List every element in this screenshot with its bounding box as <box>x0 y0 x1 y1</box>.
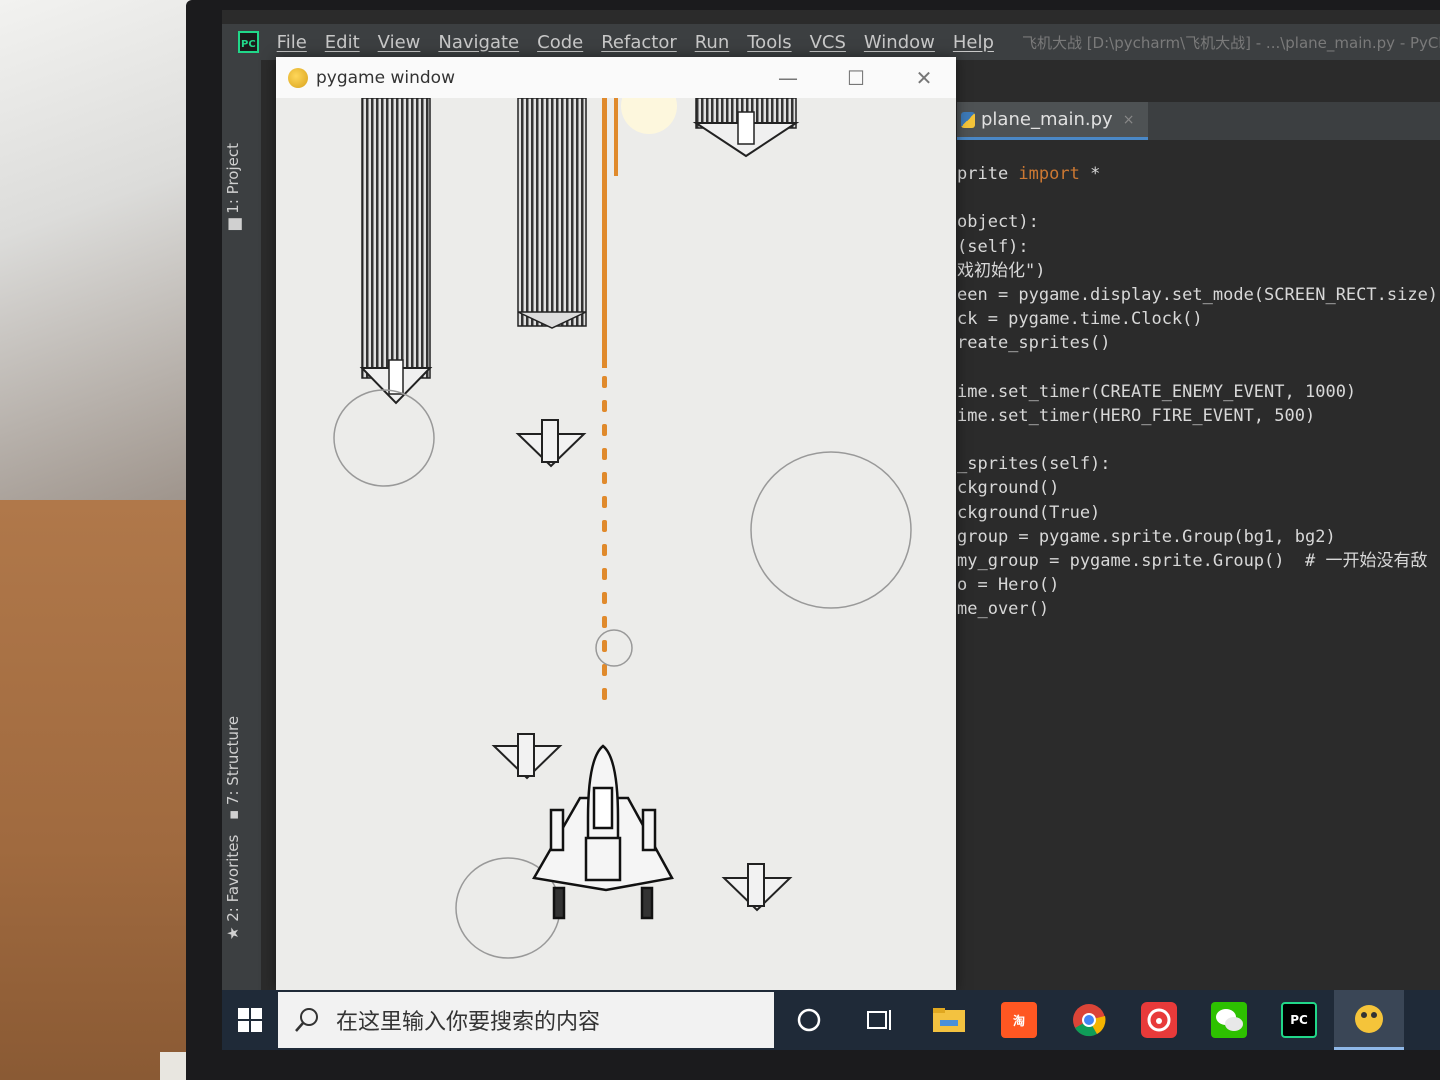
start-button[interactable] <box>222 990 278 1050</box>
ide-window-title: 飞机大战 [D:\pycharm\飞机大战] - ...\plane_main.… <box>1021 33 1440 52</box>
minimize-button[interactable]: — <box>766 63 810 93</box>
pygame-icon <box>1355 1004 1383 1033</box>
game-canvas[interactable] <box>276 98 956 990</box>
wechat-icon <box>1211 1002 1247 1038</box>
code-line: 戏初始化") <box>957 260 1046 281</box>
pycharm-button[interactable]: PC <box>1264 990 1334 1050</box>
code-line: ckground(True) <box>957 502 1101 523</box>
python-file-icon <box>961 111 975 128</box>
bullet-trail <box>614 98 618 176</box>
code-line: ckground() <box>957 478 1060 499</box>
tool-tab-structure[interactable]: ▪ 7: Structure <box>224 716 242 820</box>
taobao-button[interactable]: 淘 <box>984 990 1054 1050</box>
hero-plane <box>532 744 674 920</box>
menu-file[interactable]: File <box>277 32 307 53</box>
tool-tab-project[interactable]: ▆ 1: Project <box>224 143 242 230</box>
screen-glare <box>621 98 677 134</box>
code-editor: plane_main.py × prite import * object): (s… <box>957 60 1440 990</box>
code-line: reate_sprites() <box>957 333 1111 354</box>
cortana-button[interactable] <box>774 990 844 1050</box>
windows-taskbar: 在这里输入你要搜索的内容 淘 PC <box>222 990 1440 1050</box>
pygame-window: pygame window — ☐ ✕ <box>276 57 956 990</box>
circle-icon <box>797 1008 821 1032</box>
tool-tab-favorites[interactable]: ★ 2: Favorites <box>224 835 242 940</box>
menu-navigate[interactable]: Navigate <box>438 32 519 53</box>
pycharm-icon: PC <box>1281 1002 1317 1038</box>
task-view-icon <box>867 1010 891 1030</box>
file-explorer-button[interactable] <box>914 990 984 1050</box>
editor-tab-plane-main[interactable]: plane_main.py × <box>957 102 1149 140</box>
pygame-app-icon <box>288 67 308 88</box>
netease-music-button[interactable] <box>1124 990 1194 1050</box>
code-line: ck = pygame.time.Clock() <box>957 309 1203 330</box>
tool-window-strip: ▆ 1: Project ▪ 7: Structure ★ 2: Favorit… <box>222 60 262 990</box>
menu-help[interactable]: Help <box>953 32 994 53</box>
pygame-titlebar[interactable]: pygame window — ☐ ✕ <box>276 57 956 98</box>
folder-icon <box>933 1008 965 1032</box>
code-line: (self): <box>957 236 1029 257</box>
code-line: group = pygame.sprite.Group(bg1, bg2) <box>957 526 1336 547</box>
code-line: my_group = pygame.sprite.Group() # 一开始没有… <box>957 551 1428 571</box>
menu-refactor[interactable]: Refactor <box>601 32 677 53</box>
code-line: een = pygame.display.set_mode(SCREEN_REC… <box>957 284 1439 305</box>
menu-vcs[interactable]: VCS <box>810 32 846 53</box>
chrome-icon <box>1073 1004 1106 1037</box>
menu-code[interactable]: Code <box>537 32 583 53</box>
menu-view[interactable]: View <box>378 32 421 53</box>
taobao-icon: 淘 <box>1001 1002 1037 1038</box>
close-button[interactable]: ✕ <box>902 63 946 93</box>
taskbar-search-box[interactable]: 在这里输入你要搜索的内容 <box>278 992 774 1048</box>
small-enemy-plane <box>491 733 563 780</box>
big-enemy-plane <box>517 98 587 329</box>
maximize-button[interactable]: ☐ <box>834 63 878 93</box>
enemy-plane <box>692 98 800 158</box>
menu-edit[interactable]: Edit <box>325 32 360 53</box>
monitor-screen: PC File Edit View Navigate Code Refactor… <box>222 10 1440 1050</box>
windows-logo-icon <box>238 1008 262 1032</box>
bullet-trail <box>602 98 607 368</box>
big-enemy-plane <box>359 98 433 405</box>
code-line: ime.set_timer(HERO_FIRE_EVENT, 500) <box>957 405 1316 426</box>
hero-bullets <box>602 376 607 700</box>
folder-icon: ▆ <box>224 213 242 230</box>
code-line: prite import * <box>957 164 1101 184</box>
small-enemy-plane <box>515 419 587 468</box>
search-icon <box>295 1008 318 1032</box>
music-icon <box>1141 1002 1177 1038</box>
code-line: o = Hero() <box>957 575 1060 596</box>
small-enemy-plane <box>721 863 793 912</box>
wechat-button[interactable] <box>1194 990 1264 1050</box>
ide-menubar: PC File Edit View Navigate Code Refactor… <box>222 24 1440 60</box>
star-icon: ★ <box>224 921 242 940</box>
menu-window[interactable]: Window <box>864 32 935 53</box>
code-line: _sprites(self): <box>957 454 1111 475</box>
pycharm-logo-icon: PC <box>238 31 259 53</box>
code-line: me_over() <box>957 599 1050 620</box>
menu-run[interactable]: Run <box>695 32 730 53</box>
menu-tools[interactable]: Tools <box>747 32 791 53</box>
structure-icon: ▪ <box>224 805 242 820</box>
game-scene <box>333 98 912 959</box>
python-game-button[interactable] <box>1334 990 1404 1050</box>
code-line: ime.set_timer(CREATE_ENEMY_EVENT, 1000) <box>957 381 1357 402</box>
code-line: object): <box>957 212 1039 233</box>
chrome-button[interactable] <box>1054 990 1124 1050</box>
tab-close-icon[interactable]: × <box>1123 112 1135 128</box>
editor-tabbar: plane_main.py × <box>957 102 1440 140</box>
code-area[interactable]: prite import * object): (self): 戏初始化") een =… <box>957 162 1440 622</box>
task-view-button[interactable] <box>844 990 914 1050</box>
search-placeholder: 在这里输入你要搜索的内容 <box>336 1010 601 1035</box>
pygame-window-title: pygame window <box>316 67 455 88</box>
